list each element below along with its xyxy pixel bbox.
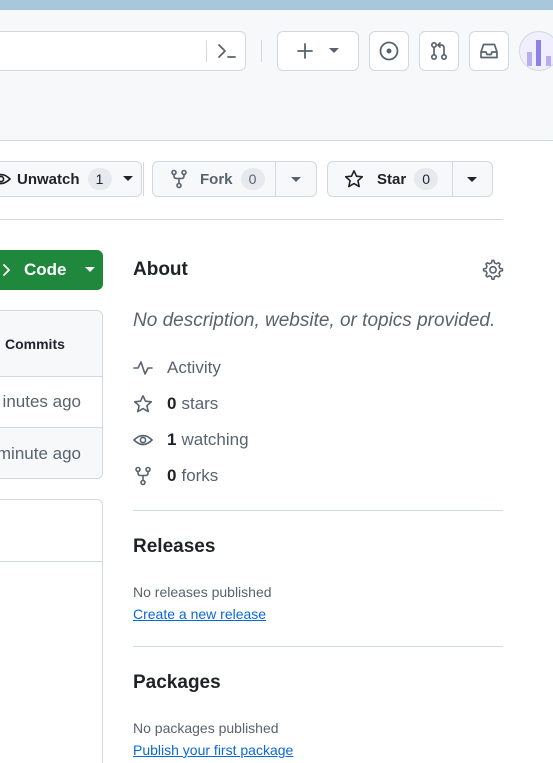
chevron-down-icon[interactable] <box>466 176 478 184</box>
section-divider <box>133 510 503 511</box>
eye-icon <box>0 173 11 185</box>
forks-link[interactable]: 0 forks <box>133 466 218 486</box>
create-new-button[interactable] <box>277 31 359 71</box>
search-divider <box>206 40 207 62</box>
chevron-down-icon[interactable] <box>290 176 302 184</box>
unwatch-button[interactable]: Unwatch 1 <box>0 161 144 197</box>
command-palette-icon[interactable] <box>215 39 239 63</box>
browser-top-strip <box>0 0 553 10</box>
code-button[interactable]: Code <box>0 250 103 290</box>
star-icon <box>133 395 153 413</box>
chevron-down-icon <box>329 48 339 53</box>
section-divider <box>133 646 503 647</box>
search-input[interactable] <box>0 31 246 71</box>
watching-link[interactable]: 1 watching <box>133 430 249 450</box>
repo-forked-icon <box>171 169 187 189</box>
create-release-link[interactable]: Create a new release <box>133 606 266 622</box>
fork-button[interactable]: Fork 0 <box>152 161 317 197</box>
chevron-down-icon <box>84 267 95 272</box>
table-row[interactable]: minute ago <box>0 428 102 478</box>
repo-forked-icon <box>135 466 151 486</box>
avatar[interactable] <box>519 31 553 71</box>
star-separator <box>452 162 453 196</box>
publish-package-link[interactable]: Publish your first package <box>133 742 293 758</box>
pulse-icon <box>133 361 153 375</box>
code-icon <box>3 264 10 276</box>
commits-header[interactable]: Commits <box>0 311 102 377</box>
stars-link[interactable]: 0 stars <box>133 394 218 414</box>
inbox-button[interactable] <box>469 31 509 71</box>
releases-note: No releases published <box>133 584 272 600</box>
packages-note: No packages published <box>133 720 279 736</box>
readme-header <box>0 500 102 562</box>
star-button[interactable]: Star 0 <box>327 161 493 197</box>
star-counter: 0 <box>414 168 439 190</box>
commits-link[interactable]: Commits <box>5 336 65 352</box>
plus-icon <box>297 43 313 59</box>
about-description: No description, website, or topics provi… <box>133 310 496 331</box>
table-row[interactable]: inutes ago <box>0 377 102 428</box>
releases-title[interactable]: Releases <box>133 536 215 558</box>
fork-separator <box>275 162 276 196</box>
inbox-icon <box>480 43 498 59</box>
forks-count: 0 <box>167 466 177 485</box>
forks-label: forks <box>181 466 219 485</box>
issue-opened-icon <box>379 41 399 61</box>
commit-time: minute ago <box>0 443 81 463</box>
watching-count: 1 <box>167 430 177 449</box>
packages-title[interactable]: Packages <box>133 672 221 694</box>
star-label: Star <box>377 170 407 188</box>
commit-time: inutes ago <box>2 392 81 411</box>
about-title: About <box>133 259 188 280</box>
chevron-down-icon[interactable] <box>122 175 134 183</box>
watch-counter: 1 <box>87 168 112 190</box>
code-button-label: Code <box>24 260 67 279</box>
stars-count: 0 <box>167 394 177 413</box>
unwatch-separator <box>143 162 144 196</box>
gear-icon[interactable] <box>482 259 504 281</box>
stars-label: stars <box>181 394 219 413</box>
header-divider <box>261 40 262 62</box>
fork-counter: 0 <box>240 168 265 190</box>
star-icon <box>344 170 364 188</box>
unwatch-label: Unwatch <box>17 170 80 188</box>
header-divider-line <box>0 219 503 220</box>
global-header <box>0 10 553 141</box>
file-list: Commits inutes ago minute ago <box>0 310 103 479</box>
watching-label: watching <box>181 430 249 449</box>
fork-label: Fork <box>200 170 233 188</box>
activity-link[interactable]: Activity <box>133 358 221 378</box>
pull-requests-button[interactable] <box>419 31 459 71</box>
eye-icon <box>133 434 153 446</box>
git-pull-request-icon <box>430 41 448 61</box>
activity-label: Activity <box>167 358 221 377</box>
readme-panel <box>0 499 103 763</box>
issues-button[interactable] <box>369 31 409 71</box>
